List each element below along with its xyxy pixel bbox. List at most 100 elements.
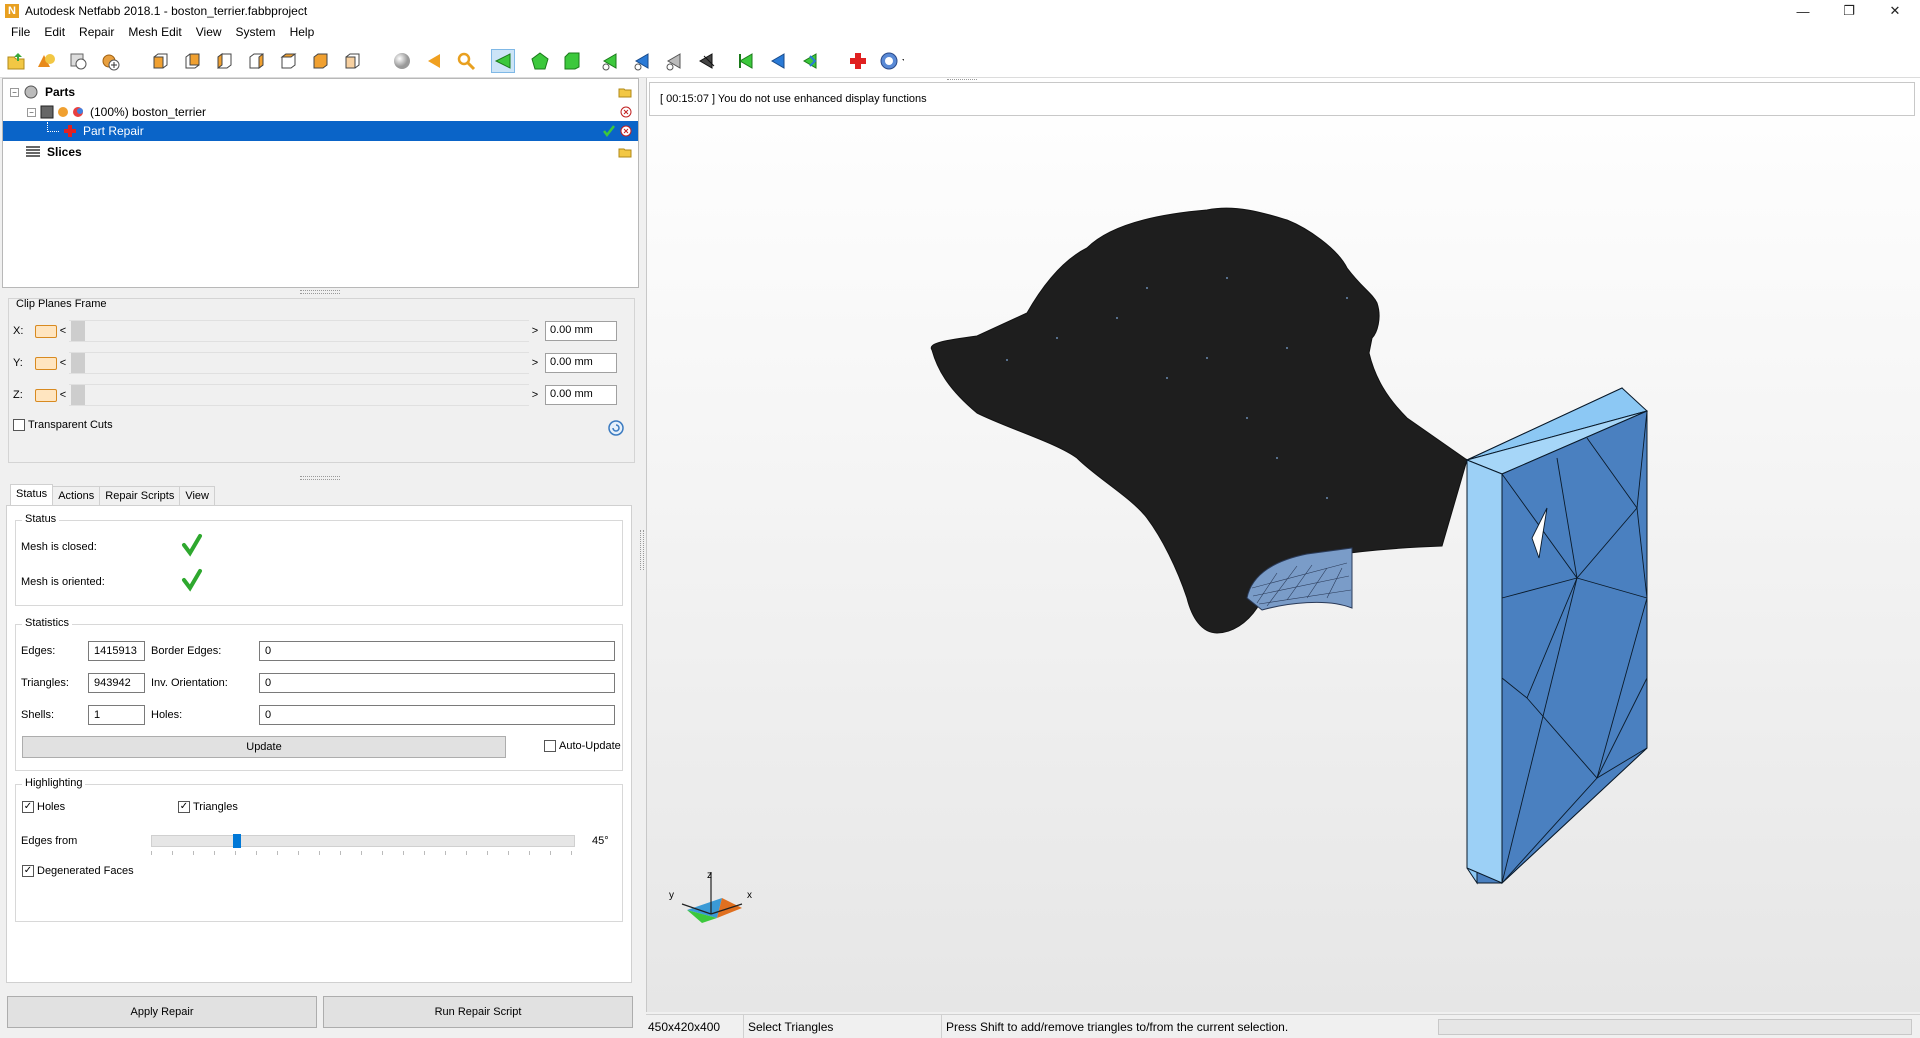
zoom-icon[interactable] [454,49,478,73]
auto-update-checkbox[interactable] [544,740,556,752]
add-part-icon[interactable] [34,49,58,73]
slider-thumb[interactable] [232,834,241,848]
select-shell-icon[interactable] [560,49,584,73]
edges-field[interactable]: 1415913 [88,641,145,661]
inv-orientation-field[interactable]: 0 [259,673,615,693]
clip-toggle-z[interactable] [35,388,57,402]
menu-help[interactable]: Help [283,25,322,39]
tab-actions[interactable]: Actions [52,486,101,506]
help-dropdown-icon[interactable] [880,49,904,73]
collapse-toggle[interactable]: − [10,87,19,97]
deselect-green-icon[interactable] [734,49,758,73]
settings-part-icon[interactable] [66,49,90,73]
select-tool-2-icon[interactable] [630,49,654,73]
view-back-icon[interactable] [180,49,204,73]
shells-field[interactable]: 1 [88,705,145,725]
update-button[interactable]: Update [22,736,506,758]
clip-slider-y[interactable] [69,352,529,374]
tree-row-part-repair[interactable]: Part Repair [3,121,638,141]
select-tool-4-icon[interactable] [694,49,718,73]
arrow-left-icon[interactable]: < [57,389,69,401]
apply-repair-button[interactable]: Apply Repair [7,996,317,1028]
holes-checkbox[interactable]: ✓ [22,801,34,813]
window-title: Autodesk Netfabb 2018.1 - boston_terrier… [25,4,308,18]
slider-thumb[interactable] [71,321,85,341]
visibility-icon[interactable] [57,106,69,118]
add-component-icon[interactable] [98,49,122,73]
transparent-cuts-checkbox[interactable] [13,419,25,431]
arrow-right-icon[interactable]: > [529,357,541,369]
minimize-button[interactable]: — [1780,0,1826,22]
triangles-checkbox[interactable]: ✓ [178,801,190,813]
clip-slider-x[interactable] [69,320,529,342]
repair-cross-icon[interactable] [846,49,870,73]
triangles-row: ✓ Triangles [178,801,238,813]
tab-view[interactable]: View [179,486,215,506]
open-project-icon[interactable] [4,49,28,73]
mesh-closed-label: Mesh is closed: [21,541,97,553]
menu-edit[interactable]: Edit [37,25,72,39]
folder-icon[interactable] [618,86,632,98]
view-iso-icon[interactable] [340,49,364,73]
menu-mesh-edit[interactable]: Mesh Edit [121,25,188,39]
tree-row-part[interactable]: − (100%) boston_terrier [3,102,638,122]
holes-field[interactable]: 0 [259,705,615,725]
select-tool-3-icon[interactable] [662,49,686,73]
sphere-icon[interactable] [390,49,414,73]
arrow-right-icon[interactable]: > [529,389,541,401]
color-icon[interactable] [72,106,84,118]
menu-file[interactable]: File [4,25,37,39]
splitter-handle[interactable] [300,290,340,294]
remove-part-icon[interactable] [620,106,632,118]
part-icon [40,105,54,119]
slider-thumb[interactable] [71,385,85,405]
axis-x-label: x [747,890,752,901]
arrow-left-icon[interactable]: < [57,357,69,369]
view-front-icon[interactable] [148,49,172,73]
view-left-icon[interactable] [212,49,236,73]
clip-toggle-x[interactable] [35,324,57,338]
folder-icon[interactable] [618,146,632,158]
select-surface-icon[interactable] [528,49,552,73]
3d-viewport[interactable]: z y x [646,78,1920,1012]
clip-value-x[interactable]: 0.00 mm [545,321,617,341]
restore-button[interactable]: ❐ [1826,0,1872,22]
border-edges-field[interactable]: 0 [259,641,615,661]
model-render[interactable] [647,78,1920,1012]
cancel-repair-icon[interactable] [620,125,632,137]
triangles-field[interactable]: 943942 [88,673,145,693]
view-top-icon[interactable] [276,49,300,73]
holes-row: ✓ Holes [22,801,65,813]
close-window-button[interactable]: ✕ [1872,0,1918,22]
apply-check-icon[interactable] [602,124,616,138]
view-right-icon[interactable] [244,49,268,73]
select-tool-1-icon[interactable] [598,49,622,73]
slider-thumb[interactable] [71,353,85,373]
vertical-splitter[interactable] [640,530,644,570]
menu-view[interactable]: View [189,25,229,39]
menu-system[interactable]: System [229,25,283,39]
tab-repair-scripts[interactable]: Repair Scripts [99,486,181,506]
select-triangles-icon[interactable] [491,49,515,73]
menu-repair[interactable]: Repair [72,25,121,39]
pan-icon[interactable] [422,49,446,73]
reset-clip-icon[interactable] [607,419,625,437]
arrow-left-icon[interactable]: < [57,325,69,337]
degenerated-checkbox[interactable]: ✓ [22,865,34,877]
clip-toggle-y[interactable] [35,356,57,370]
edges-angle-slider[interactable] [151,834,575,848]
tree-row-slices[interactable]: Slices [3,142,638,162]
collapse-toggle[interactable]: − [27,107,36,117]
tree-row-parts[interactable]: − Parts [3,82,638,102]
clip-value-z[interactable]: 0.00 mm [545,385,617,405]
run-repair-script-button[interactable]: Run Repair Script [323,996,633,1028]
tab-status[interactable]: Status [10,484,54,506]
splitter-handle[interactable] [300,476,340,480]
view-bottom-icon[interactable] [308,49,332,73]
deselect-blue-icon[interactable] [766,49,790,73]
clip-value-y[interactable]: 0.00 mm [545,353,617,373]
clip-slider-z[interactable] [69,384,529,406]
arrow-right-icon[interactable]: > [529,325,541,337]
netfabb-logo-icon: N [5,4,19,18]
invert-selection-icon[interactable] [798,49,822,73]
